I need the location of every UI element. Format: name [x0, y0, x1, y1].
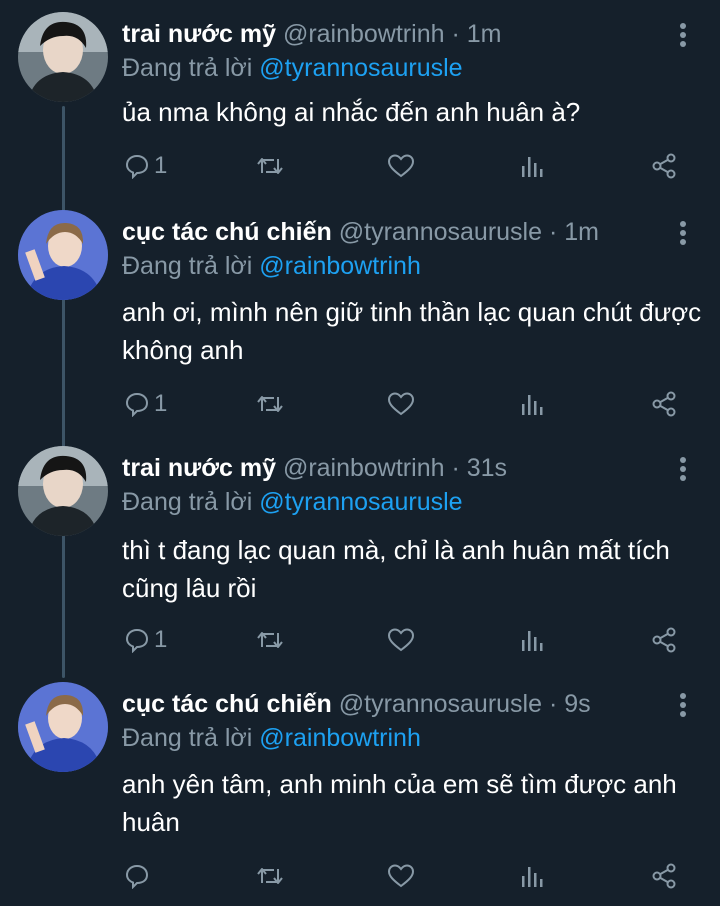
tweet-text: ủa nma không ai nhắc đến anh huân à? [122, 97, 581, 127]
display-name[interactable]: cục tác chú chiến [122, 218, 332, 246]
timestamp[interactable]: 1m [467, 20, 502, 48]
timestamp[interactable]: 1m [564, 218, 599, 246]
share-icon [652, 627, 676, 653]
tweet-text: thì t đang lạc quan mà, chỉ là anh huân … [122, 535, 670, 603]
share-button[interactable] [650, 382, 678, 426]
more-options-button[interactable] [672, 690, 694, 720]
tweet-actions: 1 [0, 618, 720, 662]
vertical-dots-icon [680, 693, 686, 717]
vertical-dots-icon [680, 457, 686, 481]
retweet-button[interactable] [256, 382, 284, 426]
analytics-icon [522, 867, 543, 887]
reply-count: 1 [154, 626, 168, 653]
timestamp[interactable]: 31s [467, 454, 507, 482]
avatar[interactable] [18, 12, 108, 102]
tweet[interactable]: cục tác chú chiến @tyrannosaurusle · 9s … [0, 670, 720, 906]
tweet-header: trai nước mỹ @rainbowtrinh · 1m [122, 17, 501, 51]
like-icon [387, 628, 415, 652]
retweet-icon [257, 632, 283, 648]
share-icon [652, 391, 676, 417]
like-button[interactable] [387, 854, 415, 898]
retweet-button[interactable] [256, 144, 284, 188]
separator-dot: · [548, 690, 558, 718]
analytics-button[interactable] [520, 854, 544, 898]
analytics-button[interactable] [520, 618, 544, 662]
reply-button[interactable]: 1 [124, 618, 167, 662]
replying-to-mention[interactable]: @rainbowtrinh [259, 252, 421, 280]
reply-icon [125, 154, 149, 179]
avatar[interactable] [18, 682, 108, 772]
retweet-icon [257, 396, 283, 412]
like-icon [387, 864, 415, 888]
reply-button[interactable] [124, 854, 154, 898]
reply-icon [125, 864, 149, 889]
timestamp[interactable]: 9s [564, 690, 590, 718]
reply-button[interactable]: 1 [124, 382, 167, 426]
reply-button[interactable]: 1 [124, 144, 167, 188]
tweet-header: trai nước mỹ @rainbowtrinh · 31s [122, 451, 507, 485]
display-name[interactable]: trai nước mỹ [122, 20, 276, 48]
tweet-actions [0, 854, 720, 898]
separator-dot: · [451, 454, 460, 482]
analytics-icon [522, 157, 543, 177]
more-options-button[interactable] [672, 218, 694, 248]
reply-icon [125, 392, 149, 417]
like-button[interactable] [387, 618, 415, 662]
share-button[interactable] [650, 854, 678, 898]
username-handle[interactable]: @rainbowtrinh [283, 454, 445, 482]
like-button[interactable] [387, 144, 415, 188]
retweet-icon [257, 868, 283, 884]
reply-icon [125, 628, 149, 653]
vertical-dots-icon [680, 23, 686, 47]
tweet-text: anh ơi, mình nên giữ tinh thần lạc quan … [122, 297, 702, 365]
replying-to: Đang trả lời @tyrannosaurusle [122, 485, 463, 519]
tweet[interactable]: cục tác chú chiến @tyrannosaurusle · 1m … [0, 198, 720, 434]
like-icon [387, 154, 415, 178]
display-name[interactable]: cục tác chú chiến [122, 690, 332, 718]
username-handle[interactable]: @tyrannosaurusle [339, 690, 542, 718]
vertical-dots-icon [680, 221, 686, 245]
replying-to-label: Đang trả lời [122, 724, 253, 752]
analytics-button[interactable] [520, 144, 544, 188]
replying-to-label: Đang trả lời [122, 252, 253, 280]
analytics-icon [522, 395, 543, 415]
share-button[interactable] [650, 618, 678, 662]
replying-to-label: Đang trả lời [122, 488, 253, 516]
tweet-header: cục tác chú chiến @tyrannosaurusle · 9s [122, 687, 591, 721]
replying-to: Đang trả lời @tyrannosaurusle [122, 51, 463, 85]
separator-dot: · [548, 218, 558, 246]
reply-count: 1 [154, 390, 168, 417]
share-icon [652, 863, 676, 889]
avatar[interactable] [18, 210, 108, 300]
tweet-actions: 1 [0, 144, 720, 188]
replying-to-mention[interactable]: @tyrannosaurusle [259, 54, 462, 82]
retweet-icon [257, 158, 283, 174]
replying-to-label: Đang trả lời [122, 54, 253, 82]
tweet[interactable]: trai nước mỹ @rainbowtrinh · 31s Đang tr… [0, 434, 720, 670]
retweet-button[interactable] [256, 854, 284, 898]
like-button[interactable] [387, 382, 415, 426]
like-icon [387, 392, 415, 416]
retweet-button[interactable] [256, 618, 284, 662]
replying-to-mention[interactable]: @tyrannosaurusle [259, 488, 462, 516]
username-handle[interactable]: @rainbowtrinh [283, 20, 445, 48]
display-name[interactable]: trai nước mỹ [122, 454, 276, 482]
more-options-button[interactable] [672, 20, 694, 50]
avatar[interactable] [18, 446, 108, 536]
tweet-actions: 1 [0, 382, 720, 426]
tweet-header: cục tác chú chiến @tyrannosaurusle · 1m [122, 215, 599, 249]
tweet-text: anh yên tâm, anh minh của em sẽ tìm được… [122, 769, 677, 837]
analytics-button[interactable] [520, 382, 544, 426]
replying-to-mention[interactable]: @rainbowtrinh [259, 724, 421, 752]
share-icon [652, 153, 676, 179]
separator-dot: · [451, 20, 460, 48]
analytics-icon [522, 631, 543, 651]
reply-count: 1 [154, 152, 168, 179]
share-button[interactable] [650, 144, 678, 188]
replying-to: Đang trả lời @rainbowtrinh [122, 249, 421, 283]
replying-to: Đang trả lời @rainbowtrinh [122, 721, 421, 755]
username-handle[interactable]: @tyrannosaurusle [339, 218, 542, 246]
more-options-button[interactable] [672, 454, 694, 484]
